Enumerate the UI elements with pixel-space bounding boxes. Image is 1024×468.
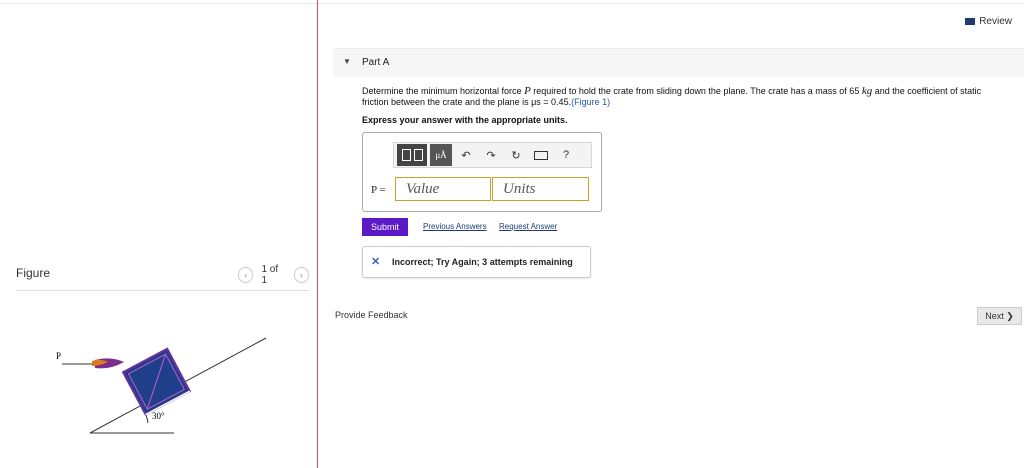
submit-button[interactable]: Submit [362,218,408,236]
figure-header: Figure ‹ 1 of 1 › [16,264,310,291]
math-toolbar: μÅ ↶ ↷ ↻ ? [393,142,592,168]
figure-title: Figure [16,266,51,280]
feedback-text: Incorrect; Try Again; 3 attempts remaini… [392,257,573,267]
instruction-text: Express your answer with the appropriate… [362,115,568,125]
request-answer-link[interactable]: Request Answer [499,222,557,231]
templates-button[interactable] [397,144,427,166]
units-input[interactable] [492,177,589,201]
previous-answers-link[interactable]: Previous Answers [423,222,487,231]
value-input[interactable] [395,177,491,201]
help-icon[interactable]: ? [555,144,577,166]
keyboard-icon[interactable] [530,144,552,166]
answer-box: μÅ ↶ ↷ ↻ ? P = [362,132,602,212]
crate [121,347,192,416]
chevron-down-icon: ▼ [343,57,351,66]
part-a-label: Part A [362,57,390,68]
provide-feedback-link[interactable]: Provide Feedback [335,310,408,320]
reset-icon[interactable]: ↻ [505,144,527,166]
figure-panel: Figure ‹ 1 of 1 › 30° P [0,0,318,468]
question-text: Determine the minimum horizontal force P… [362,85,982,108]
answer-variable-label: P = [371,184,386,196]
figure-next-button[interactable]: › [293,267,310,283]
undo-icon[interactable]: ↶ [455,144,477,166]
figure-link[interactable]: (Figure 1) [571,97,610,107]
force-label: P [56,351,61,361]
feedback-box: ✕ Incorrect; Try Again; 3 attempts remai… [362,246,591,278]
redo-icon[interactable]: ↷ [480,144,502,166]
review-link[interactable]: Review [965,16,1012,27]
incorrect-icon: ✕ [371,256,381,268]
symbols-button[interactable]: μÅ [430,144,452,166]
mu-value: μs = 0.45 [531,97,569,107]
next-button[interactable]: Next ❯ [977,307,1022,325]
part-a-header[interactable]: ▼ Part A [333,48,1024,77]
figure-pager: ‹ 1 of 1 › [238,264,310,286]
crate-on-incline-figure: 30° P [56,337,267,434]
book-icon [965,18,976,25]
angle-label: 30° [152,411,165,421]
figure-page-count: 1 of 1 [261,264,279,286]
figure-prev-button[interactable]: ‹ [238,267,254,283]
review-label: Review [979,16,1012,27]
